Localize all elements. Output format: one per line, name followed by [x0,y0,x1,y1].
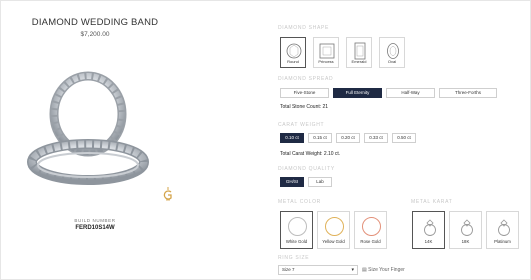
carat-option-0-33[interactable]: 0.33 ct [364,133,388,143]
product-image [27,71,149,185]
ring-icon [424,219,436,236]
princess-diamond-icon [319,43,335,59]
shape-option-label: Oval [387,59,397,64]
metal-karat-option-label: 18K [461,239,470,244]
metal-color-yellow-gold[interactable]: Yellow Gold [317,211,350,249]
product-price: $7,200.00 [80,31,110,38]
carat-option-0-15[interactable]: 0.15 ct [308,133,332,143]
diamond-shape-label: DIAMOND SHAPE [278,25,330,31]
diamond-quality-label: DIAMOND QUALITY [278,166,335,172]
brand-logo-icon [163,187,172,201]
size-your-finger-label: Size Your Finger [368,267,405,273]
white-gold-swatch [288,217,307,236]
shape-option-label: Princess [318,59,334,64]
spread-option-half-way[interactable]: Half-Way [386,88,435,98]
chevron-down-icon: ▾ [351,267,354,273]
metal-karat-option-label: Platinum [494,239,511,244]
metal-color-white-gold[interactable]: White Gold [280,211,313,249]
build-number-value: FERD10S14W [75,225,115,231]
total-stone-count: Total Stone Count: 21 [280,104,329,110]
ring-icon [498,219,510,236]
spread-option-three-forths[interactable]: Three-Forths [439,88,497,98]
shape-option-label: Round [287,59,299,64]
metal-color-rose-gold[interactable]: Rose Gold [354,211,387,249]
yellow-gold-swatch [325,217,344,236]
ruler-icon: ▤ [362,267,367,273]
ring-size-value: Size 7 [282,267,295,272]
shape-option-princess[interactable]: Princess [313,37,339,68]
metal-karat-14k[interactable]: 14K [412,211,445,249]
metal-color-option-label: Yellow Gold [322,239,345,244]
product-title: DIAMOND WEDDING BAND [31,17,159,28]
carat-option-0-10[interactable]: 0.10 ct [280,133,304,143]
metal-color-label: METAL COLOR [278,199,321,205]
total-carat-weight: Total Carat Weight: 2.10 ct. [280,151,341,157]
metal-karat-18k[interactable]: 18K [449,211,482,249]
emerald-diamond-icon [354,42,366,60]
carat-option-0-50[interactable]: 0.50 ct [392,133,416,143]
metal-karat-label: METAL KARAT [411,199,453,205]
metal-karat-option-label: 14K [424,239,433,244]
ring-icon [461,219,473,236]
shape-option-label: Emerald [351,59,367,64]
carat-option-0-20[interactable]: 0.20 ct [336,133,360,143]
spread-option-five-stone[interactable]: Five-Stone [280,88,329,98]
quality-option-ghsi[interactable]: GH/SI [280,177,304,187]
round-diamond-icon [286,43,302,59]
quality-option-lab[interactable]: Lab [308,177,332,187]
metal-color-option-label: White Gold [285,239,308,244]
spread-option-full-eternity[interactable]: Full Eternity [333,88,382,98]
shape-option-emerald[interactable]: Emerald [346,37,372,68]
ring-size-label: RING SIZE [278,255,310,261]
metal-karat-platinum[interactable]: Platinum [486,211,519,249]
size-your-finger-link[interactable]: ▤ Size Your Finger [362,265,405,275]
carat-weight-label: CARAT WEIGHT [278,122,325,128]
shape-option-oval[interactable]: Oval [379,37,405,68]
metal-color-option-label: Rose Gold [360,239,381,244]
build-number-label: BUILD NUMBER [74,218,116,223]
shape-option-round[interactable]: Round [280,37,306,68]
rose-gold-swatch [362,217,381,236]
diamond-spread-label: DIAMOND SPREAD [278,76,334,82]
ring-size-select[interactable]: Size 7 ▾ [278,265,358,275]
oval-diamond-icon [387,43,399,59]
